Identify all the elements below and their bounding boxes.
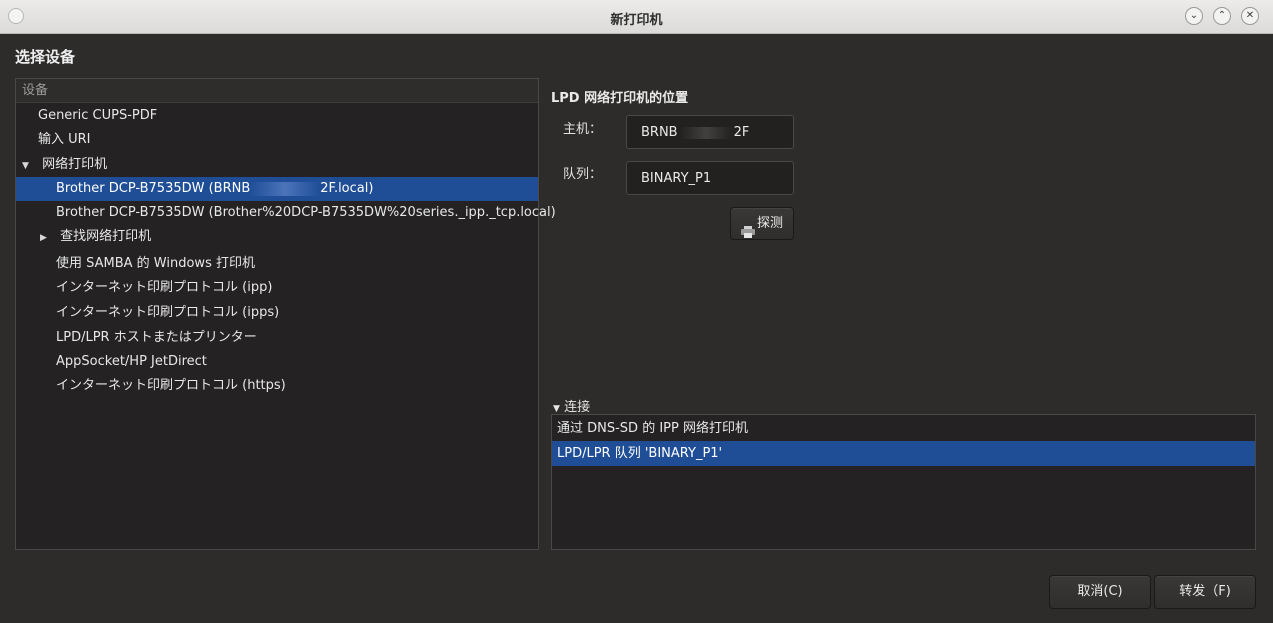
page-title: 选择设备 [15,48,76,66]
cancel-button[interactable]: 取消(C) [1049,575,1151,609]
probe-button[interactable]: 探测 [730,207,794,240]
tree-item-ipps[interactable]: インターネット印刷プロトコル (ipps) [16,301,538,325]
triangle-right-icon[interactable]: ▶ [40,226,50,250]
window-title: 新打印机 [610,13,663,28]
tree-item-label-suffix: 2F.local) [320,181,374,196]
tree-item-label: LPD/LPR ホストまたはプリンター [56,330,257,345]
tree-item-label: 使用 SAMBA 的 Windows 打印机 [56,256,255,271]
host-label: 主机： [563,122,603,137]
minimize-button[interactable]: ⌄ [1185,7,1203,25]
maximize-button[interactable]: ⌃ [1213,7,1231,25]
tree-item-label-prefix: Brother DCP-B7535DW (BRNB [56,181,251,196]
probe-button-label: 探测 [756,216,783,231]
tree-item-samba[interactable]: 使用 SAMBA 的 Windows 打印机 [16,252,538,276]
tree-item-https[interactable]: インターネット印刷プロトコル (https) [16,374,538,398]
connection-list[interactable]: 通过 DNS-SD 的 IPP 网络打印机 LPD/LPR 队列 'BINARY… [551,414,1256,550]
cancel-button-label: 取消(C) [1077,584,1123,599]
tree-item-label: インターネット印刷プロトコル (ipp) [56,280,273,295]
close-button[interactable]: ✕ [1241,7,1259,25]
connection-item-label: LPD/LPR 队列 'BINARY_P1' [557,446,723,461]
connection-expander-label: 连接 [564,400,591,415]
tree-item-network-printer[interactable]: ▼ 网络打印机 [16,153,538,177]
tree-column-header[interactable]: 设备 [16,79,538,103]
connection-item-lpd-queue[interactable]: LPD/LPR 队列 'BINARY_P1' [552,441,1255,466]
tree-item-lpd-lpr[interactable]: LPD/LPR ホストまたはプリンター [16,326,538,350]
queue-field[interactable]: BINARY_P1 [626,161,794,195]
tree-item-brother-ipp[interactable]: Brother DCP-B7535DW (Brother%20DCP-B7535… [16,201,556,225]
host-value-suffix: 2F [733,125,750,140]
queue-value: BINARY_P1 [641,171,712,186]
tree-item-label: Generic CUPS-PDF [38,108,158,123]
redacted-area [250,181,321,196]
tree-item-ipp[interactable]: インターネット印刷プロトコル (ipp) [16,276,538,300]
tree-item-label: 输入 URI [38,132,91,147]
redacted-area [679,126,732,139]
connection-item-label: 通过 DNS-SD 的 IPP 网络打印机 [557,421,748,436]
host-field[interactable]: BRNB 2F [626,115,794,149]
close-icon: ✕ [1245,10,1255,21]
tree-item-label: 网络打印机 [42,157,108,172]
tree-item-enter-uri[interactable]: 输入 URI [16,128,538,152]
triangle-down-icon: ▼ [553,404,560,414]
printer-icon [740,219,755,238]
chevron-up-icon: ⌃ [1217,10,1227,21]
triangle-down-icon[interactable]: ▼ [22,154,32,178]
tree-item-label: Brother DCP-B7535DW (Brother%20DCP-B7535… [56,205,556,220]
forward-button[interactable]: 转发（F) [1154,575,1256,609]
tree-item-brother-brnb[interactable]: Brother DCP-B7535DW (BRNB 2F.local) [16,177,538,201]
lpd-section-title: LPD 网络打印机的位置 [551,91,689,106]
tree-item-label: AppSocket/HP JetDirect [56,354,207,369]
chevron-down-icon: ⌄ [1189,10,1199,21]
tree-item-generic-cups-pdf[interactable]: Generic CUPS-PDF [16,104,538,128]
tree-item-label: インターネット印刷プロトコル (ipps) [56,305,280,320]
device-tree[interactable]: 设备 Generic CUPS-PDF 输入 URI ▼ 网络打印机 Broth… [15,78,556,550]
connection-item-ipp-dnssd[interactable]: 通过 DNS-SD 的 IPP 网络打印机 [552,416,1255,441]
tree-item-find-network-printer[interactable]: ▶ 查找网络打印机 [16,225,538,249]
tree-item-appsocket[interactable]: AppSocket/HP JetDirect [16,350,538,374]
title-bar: 新打印机 ⌄ ⌃ ✕ [0,0,1273,34]
forward-button-label: 转发（F) [1179,584,1231,599]
tree-item-label: 查找网络打印机 [60,229,152,244]
queue-label: 队列： [563,167,603,182]
connection-expander[interactable]: ▼ 连接 [553,396,590,415]
tree-item-label: インターネット印刷プロトコル (https) [56,378,286,393]
host-value-prefix: BRNB [641,125,678,140]
